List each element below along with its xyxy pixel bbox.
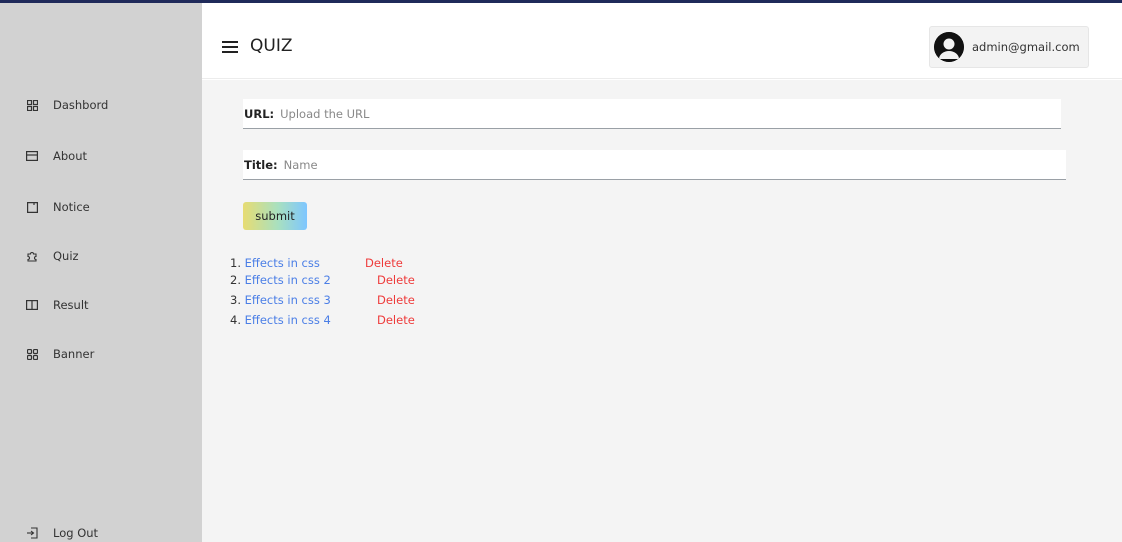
quiz-link[interactable]: Effects in css	[245, 256, 320, 270]
list-item: 3. Effects in css 3 Delete	[230, 293, 415, 307]
user-profile[interactable]: admin@gmail.com	[929, 26, 1089, 68]
sidebar-item-label: Result	[53, 298, 89, 312]
url-label: URL:	[244, 106, 275, 121]
sidebar-item-notice[interactable]: Notice	[0, 195, 202, 219]
sidebar-item-label: Banner	[53, 347, 95, 361]
puzzle-icon	[26, 250, 38, 262]
title-field-row: Title:	[243, 150, 1066, 180]
card-icon	[26, 150, 38, 162]
title-label: Title:	[244, 157, 278, 172]
list-item: 2. Effects in css 2 Delete	[230, 273, 415, 287]
sidebar-item-label: Dashbord	[53, 98, 109, 112]
page-title: QUIZ	[250, 36, 293, 56]
quiz-link[interactable]: Effects in css 4	[245, 313, 331, 327]
list-item: 1. Effects in css Delete	[230, 256, 403, 270]
submit-button[interactable]: submit	[243, 202, 307, 230]
delete-button[interactable]: Delete	[365, 256, 403, 270]
sidebar-item-logout[interactable]: Log Out	[0, 521, 202, 542]
sidebar: Dashbord About Notice Quiz Result Banner	[0, 3, 202, 542]
delete-button[interactable]: Delete	[377, 273, 415, 287]
quiz-link[interactable]: Effects in css 3	[245, 293, 331, 307]
sidebar-item-quiz[interactable]: Quiz	[0, 244, 202, 268]
user-email: admin@gmail.com	[972, 40, 1080, 54]
sidebar-item-label: Log Out	[53, 526, 99, 540]
book-icon	[26, 299, 38, 311]
logout-icon	[26, 527, 38, 539]
delete-button[interactable]: Delete	[377, 293, 415, 307]
sidebar-item-about[interactable]: About	[0, 144, 202, 168]
hamburger-menu-icon[interactable]	[222, 41, 240, 55]
top-header: QUIZ admin@gmail.com	[202, 3, 1122, 79]
square-icon	[26, 201, 38, 213]
quiz-link[interactable]: Effects in css 2	[245, 273, 331, 287]
main-content: URL: Title: submit 1. Effects in css Del…	[202, 80, 1122, 542]
sidebar-item-label: About	[53, 149, 88, 163]
delete-button[interactable]: Delete	[377, 313, 415, 327]
url-field-row: URL:	[243, 99, 1061, 129]
sidebar-item-result[interactable]: Result	[0, 293, 202, 317]
url-input[interactable]	[280, 99, 1061, 128]
sidebar-item-label: Notice	[53, 200, 90, 214]
sidebar-item-label: Quiz	[53, 249, 79, 263]
title-input[interactable]	[283, 150, 1066, 179]
list-item: 4. Effects in css 4 Delete	[230, 313, 415, 327]
avatar-icon	[934, 32, 964, 62]
sidebar-item-banner[interactable]: Banner	[0, 342, 202, 366]
sidebar-item-dashboard[interactable]: Dashbord	[0, 93, 202, 117]
apps-icon	[26, 348, 38, 360]
grid-icon	[26, 99, 38, 111]
